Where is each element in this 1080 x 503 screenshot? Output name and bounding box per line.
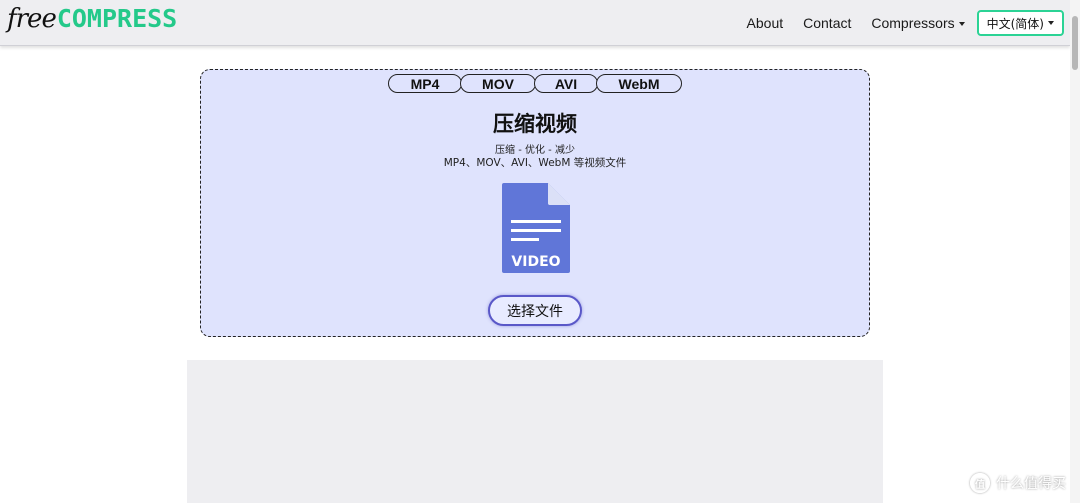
video-file-icon: VIDEO [502,183,570,273]
nav-about-link[interactable]: About [747,15,784,31]
watermark-text: 什么值得买 [996,476,1066,492]
format-tab-mp4[interactable]: MP4 [388,74,462,93]
select-file-button[interactable]: 选择文件 [488,295,582,326]
format-tab-webm[interactable]: WebM [596,74,682,93]
chevron-down-icon [1048,21,1054,25]
logo-free-text: free [7,4,57,34]
format-tab-mov[interactable]: MOV [460,74,536,93]
page-subtitle: 压缩 - 优化 - 减少 [495,145,575,156]
nav-links: About Contact Compressors 中文(简体) [727,9,1064,37]
nav-compressors-label: Compressors [871,15,955,31]
scrollbar-thumb[interactable] [1072,16,1078,70]
site-watermark: 值 什么值得买 [970,473,1066,493]
format-tab-avi[interactable]: AVI [534,74,598,93]
language-select-button[interactable]: 中文(简体) [976,10,1064,36]
language-label: 中文(简体) [986,16,1044,31]
supported-formats-text: MP4、MOV、AVI、WebM 等视频文件 [443,157,627,169]
page-scrollbar[interactable] [1070,0,1080,503]
freecompress-logo[interactable]: free COMPRESS [7,4,177,40]
page-title: 压缩视频 [493,112,577,136]
ad-placeholder [187,360,883,503]
logo-compress-text: COMPRESS [56,4,178,33]
watermark-logo-icon: 值 [970,473,990,493]
format-tabs: MP4 MOV AVI WebM [201,74,869,93]
chevron-down-icon [958,22,965,27]
file-dropzone[interactable]: MP4 MOV AVI WebM 压缩视频 压缩 - 优化 - 减少 MP4、M… [200,69,870,337]
nav-contact-link[interactable]: Contact [803,15,851,31]
video-icon-label: VIDEO [511,254,560,270]
nav-compressors-dropdown[interactable]: Compressors [871,15,965,31]
navbar: free COMPRESS About Contact Compressors … [0,0,1070,46]
